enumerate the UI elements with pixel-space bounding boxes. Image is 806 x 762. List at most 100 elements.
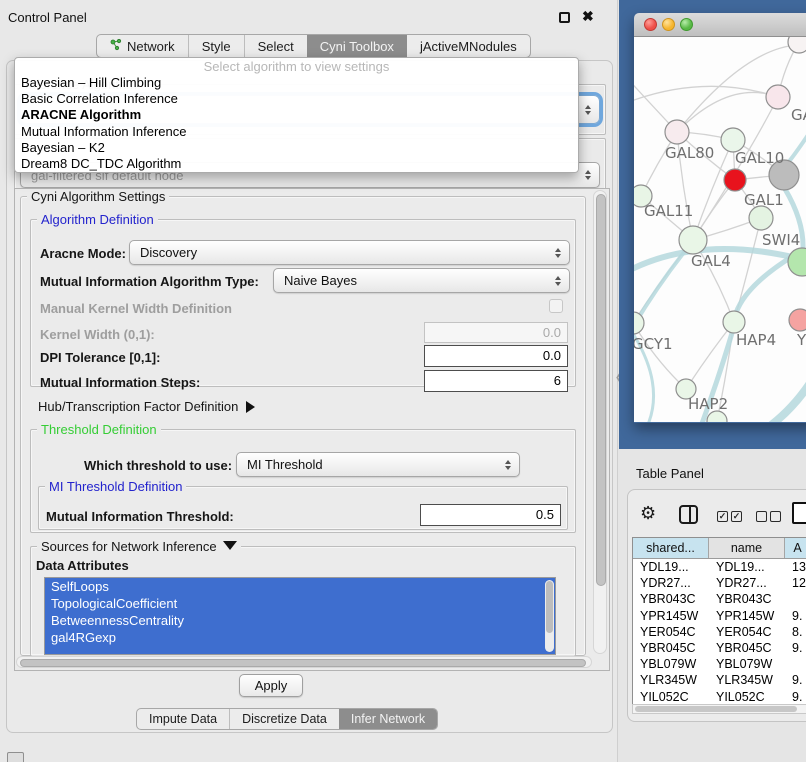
close-window-button[interactable] — [644, 18, 657, 31]
settings-vertical-scrollbar[interactable] — [593, 190, 607, 654]
tab-discretize-data[interactable]: Discretize Data — [229, 709, 339, 729]
algorithm-option[interactable]: Dream8 DC_TDC Algorithm — [15, 156, 578, 172]
table-cell[interactable]: YER054C — [709, 624, 785, 640]
minimize-window-button[interactable] — [662, 18, 675, 31]
algorithm-option[interactable]: Mutual Information Inference — [15, 124, 578, 140]
network-node-GAL80[interactable] — [665, 120, 689, 144]
table-cell[interactable]: YBR045C — [633, 640, 709, 656]
table-cell[interactable] — [785, 656, 806, 672]
apply-button[interactable]: Apply — [239, 674, 303, 697]
kernel-width-field[interactable]: 0.0 — [424, 322, 568, 343]
sources-group-title[interactable]: Sources for Network Inference — [37, 539, 241, 554]
table-cell[interactable]: YDR27... — [633, 575, 709, 591]
hub-definition-toggle[interactable]: Hub/Transcription Factor Definition — [38, 399, 255, 414]
table-cell[interactable]: YLR345W — [633, 672, 709, 688]
list-item-partial[interactable] — [45, 646, 555, 655]
network-node-SWI4[interactable] — [788, 248, 806, 276]
column-header-shared-name[interactable]: shared... — [633, 538, 709, 558]
deselect-all-checkbox-icon[interactable] — [770, 511, 781, 522]
select-all-checkbox-icon[interactable]: ✓ — [717, 511, 728, 522]
column-header-partial[interactable]: A — [785, 538, 806, 558]
settings-horizontal-scrollbar[interactable] — [16, 656, 592, 668]
table-cell[interactable]: YLR345W — [709, 672, 785, 688]
network-node-node-red[interactable] — [724, 169, 746, 191]
table-horizontal-scrollbar[interactable] — [632, 704, 806, 714]
table-cell[interactable]: 13 — [785, 559, 806, 575]
tab-infer-network[interactable]: Infer Network — [339, 709, 437, 729]
table-cell[interactable]: YIL052C — [709, 689, 785, 705]
table-cell[interactable]: YER054C — [633, 624, 709, 640]
close-window-icon[interactable]: ✖ — [582, 8, 594, 25]
select-all-checkbox-icon[interactable]: ✓ — [731, 511, 742, 522]
table-cell[interactable] — [785, 591, 806, 607]
table-row[interactable]: YBL079WYBL079W — [633, 656, 806, 672]
table-cell[interactable]: 9. — [785, 689, 806, 705]
network-node-node-salmon[interactable] — [789, 309, 806, 331]
table-cell[interactable]: YBL079W — [633, 656, 709, 672]
network-edge[interactable] — [634, 86, 778, 103]
algorithm-option[interactable]: Basic Correlation Inference — [15, 91, 578, 107]
tab-select[interactable]: Select — [244, 35, 307, 57]
tab-jactivemnodules[interactable]: jActiveMNodules — [407, 35, 530, 57]
tab-cyni-toolbox[interactable]: Cyni Toolbox — [307, 35, 407, 57]
which-threshold-combo[interactable]: MI Threshold — [236, 452, 520, 477]
table-cell[interactable]: YDR27... — [709, 575, 785, 591]
table-cell[interactable]: 9. — [785, 640, 806, 656]
network-window-titlebar[interactable] — [634, 13, 806, 37]
attribute-list-item[interactable]: BetweennessCentrality — [45, 612, 555, 629]
data-attributes-list[interactable]: SelfLoopsTopologicalCoefficientBetweenne… — [44, 577, 556, 655]
mi-type-combo[interactable]: Naive Bayes — [273, 268, 570, 293]
network-node-GCY1[interactable] — [634, 312, 644, 334]
network-node-node-pink-top[interactable] — [766, 85, 790, 109]
table-row[interactable]: YLR345WYLR345W9. — [633, 672, 806, 688]
deselect-all-checkbox-icon[interactable] — [756, 511, 767, 522]
zoom-window-button[interactable] — [680, 18, 693, 31]
table-cell[interactable]: YBR043C — [709, 591, 785, 607]
dpi-tolerance-field[interactable]: 0.0 — [424, 345, 568, 367]
network-node-node-top[interactable] — [788, 37, 806, 53]
table-row[interactable]: YDL19...YDL19...13 — [633, 559, 806, 575]
page-icon[interactable] — [792, 502, 806, 524]
network-edge-highlighted[interactable] — [766, 377, 806, 422]
table-cell[interactable]: 9. — [785, 672, 806, 688]
minimized-panel-icon[interactable] — [7, 752, 24, 762]
table-cell[interactable]: YPR145W — [709, 608, 785, 624]
attribute-list-item[interactable]: gal4RGexp — [45, 629, 555, 646]
network-node-HAP4[interactable] — [723, 311, 745, 333]
network-edge-highlighted[interactable] — [787, 129, 806, 164]
table-cell[interactable]: YDL19... — [709, 559, 785, 575]
algorithm-option[interactable]: Bayesian – Hill Climbing — [15, 75, 578, 91]
tab-network[interactable]: Network — [97, 35, 188, 57]
table-cell[interactable]: YBR043C — [633, 591, 709, 607]
tab-impute-data[interactable]: Impute Data — [137, 709, 229, 729]
table-row[interactable]: YPR145WYPR145W9. — [633, 608, 806, 624]
gear-icon[interactable]: ⚙ — [640, 503, 656, 524]
table-row[interactable]: YER054CYER054C8. — [633, 624, 806, 640]
table-cell[interactable]: 8. — [785, 624, 806, 640]
table-row[interactable]: YBR045CYBR045C9. — [633, 640, 806, 656]
table-cell[interactable]: 9. — [785, 608, 806, 624]
column-layout-icon[interactable] — [679, 505, 698, 524]
network-node-GAL4[interactable] — [679, 226, 707, 254]
table-row[interactable]: YBR043CYBR043C — [633, 591, 806, 607]
table-cell[interactable]: YPR145W — [633, 608, 709, 624]
float-window-icon[interactable] — [559, 12, 570, 23]
attributes-list-scrollbar[interactable] — [545, 580, 554, 652]
table-cell[interactable]: 12 — [785, 575, 806, 591]
network-node-GAL1[interactable] — [749, 206, 773, 230]
manual-kernel-checkbox[interactable] — [549, 299, 563, 313]
table-row[interactable]: YDR27...YDR27...12 — [633, 575, 806, 591]
aracne-mode-combo[interactable]: Discovery — [129, 240, 570, 265]
network-edge[interactable] — [634, 323, 686, 389]
attribute-list-item[interactable]: TopologicalCoefficient — [45, 595, 555, 612]
mi-threshold-field[interactable]: 0.5 — [420, 504, 561, 526]
algorithm-option[interactable]: ARACNE Algorithm — [15, 107, 578, 123]
mi-steps-field[interactable]: 6 — [424, 370, 568, 392]
tab-style[interactable]: Style — [188, 35, 244, 57]
attribute-list-item[interactable]: SelfLoops — [45, 578, 555, 595]
table-cell[interactable]: YIL052C — [633, 689, 709, 705]
table-cell[interactable]: YDL19... — [633, 559, 709, 575]
table-cell[interactable]: YBR045C — [709, 640, 785, 656]
algorithm-option[interactable]: Bayesian – K2 — [15, 140, 578, 156]
column-header-name[interactable]: name — [709, 538, 785, 558]
